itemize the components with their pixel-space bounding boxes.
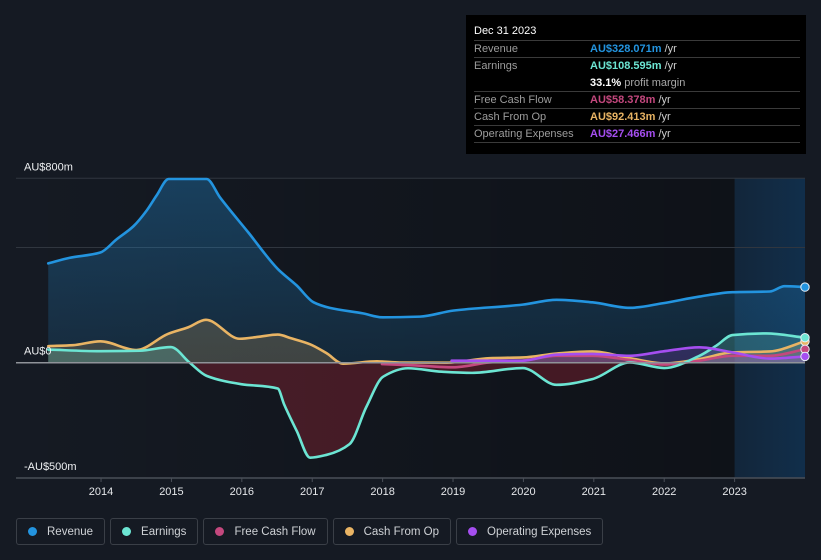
legend-label: Earnings <box>141 525 187 538</box>
tooltip-panel: Dec 31 2023 Revenue AU$328.071m /yr Earn… <box>466 15 806 154</box>
tooltip-row-operating-expenses: Operating Expenses AU$27.466m /yr <box>474 126 800 143</box>
legend: Revenue Earnings Free Cash Flow Cash Fro… <box>16 518 604 545</box>
x-tick-label: 2021 <box>582 486 606 498</box>
x-tick-label: 2016 <box>230 486 254 498</box>
legend-item-free-cash-flow[interactable]: Free Cash Flow <box>203 518 328 545</box>
tooltip-label: Revenue <box>474 43 519 55</box>
y-tick-label: AU$800m <box>24 161 73 173</box>
tooltip-date: Dec 31 2023 <box>474 23 800 41</box>
tooltip-value: AU$328.071m <box>590 43 662 55</box>
earnings-dot-icon <box>122 527 132 536</box>
cash-from-op-dot-icon <box>344 527 354 536</box>
tooltip-value: AU$92.413m <box>590 111 656 123</box>
tooltip-row-revenue: Revenue AU$328.071m /yr <box>474 41 800 58</box>
x-tick-label: 2017 <box>300 486 324 498</box>
x-tick-label: 2020 <box>511 486 535 498</box>
tooltip-value: AU$108.595m <box>590 60 662 72</box>
tooltip-row-free-cash-flow: Free Cash Flow AU$58.378m /yr <box>474 92 800 109</box>
legend-item-cash-from-op[interactable]: Cash From Op <box>332 518 452 545</box>
legend-label: Revenue <box>47 525 94 538</box>
x-tick-label: 2018 <box>370 486 394 498</box>
revenue-dot-icon <box>28 527 37 536</box>
tooltip-unit: /yr <box>664 43 677 55</box>
free-cash-flow-dot-icon <box>215 527 225 536</box>
tooltip-unit: /yr <box>664 60 677 72</box>
tooltip-unit: /yr <box>658 111 671 123</box>
tooltip-value: 33.1% <box>590 77 622 89</box>
tooltip-label: Free Cash Flow <box>474 94 552 106</box>
tooltip-row-earnings: Earnings AU$108.595m /yr <box>474 58 800 75</box>
operating-expenses-dot-icon <box>468 527 478 536</box>
legend-item-earnings[interactable]: Earnings <box>110 518 199 545</box>
tooltip-value: AU$58.378m <box>590 94 656 106</box>
legend-item-revenue[interactable]: Revenue <box>16 518 106 545</box>
earnings-end-marker[interactable] <box>800 332 810 343</box>
x-tick-label: 2022 <box>652 486 676 498</box>
legend-label: Cash From Op <box>363 525 440 538</box>
tooltip-label: Cash From Op <box>474 111 547 123</box>
x-tick-label: 2023 <box>722 486 746 498</box>
legend-item-operating-expenses[interactable]: Operating Expenses <box>456 518 604 545</box>
operating-expenses-end-marker[interactable] <box>800 351 810 362</box>
legend-label: Operating Expenses <box>487 525 592 538</box>
x-tick-label: 2015 <box>159 486 183 498</box>
revenue-end-marker[interactable] <box>800 282 810 292</box>
tooltip-value: AU$27.466m <box>590 128 656 140</box>
tooltip-row-cash-from-op: Cash From Op AU$92.413m /yr <box>474 109 800 126</box>
y-tick-label: -AU$500m <box>24 461 77 473</box>
tooltip-unit: /yr <box>658 94 671 106</box>
tooltip-unit: profit margin <box>624 77 686 89</box>
tooltip-unit: /yr <box>658 128 671 140</box>
y-tick-label: AU$0 <box>24 346 52 358</box>
tooltip-label: Operating Expenses <box>474 128 574 140</box>
x-tick-label: 2014 <box>89 486 113 498</box>
x-tick-label: 2019 <box>441 486 465 498</box>
tooltip-row-profit-margin: 33.1% profit margin <box>474 75 800 92</box>
legend-label: Free Cash Flow <box>234 525 316 538</box>
tooltip-label: Earnings <box>474 60 518 72</box>
tooltip-label <box>474 75 590 91</box>
